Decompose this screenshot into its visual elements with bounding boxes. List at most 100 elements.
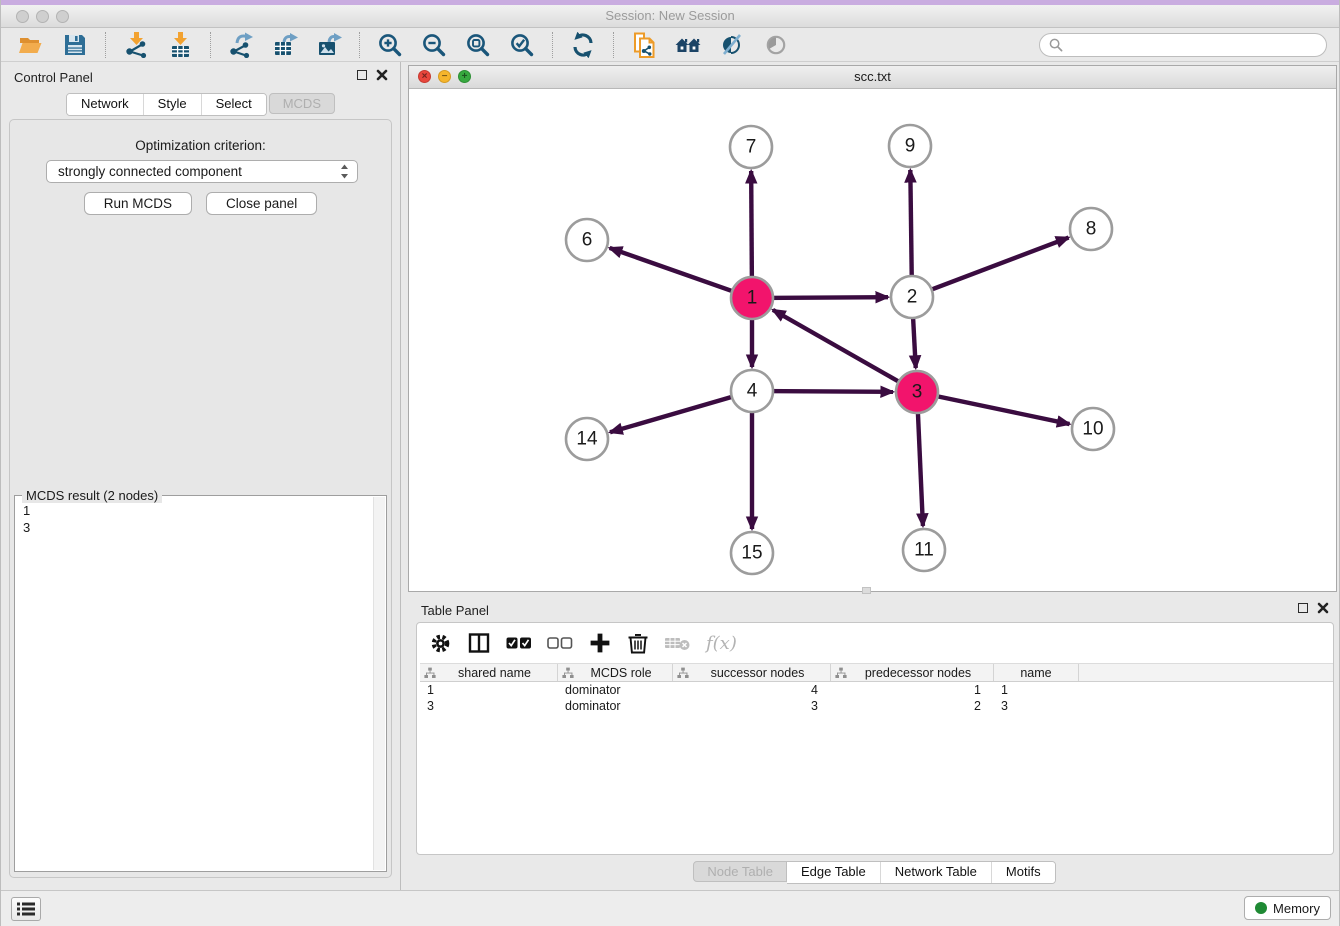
select-all-icon[interactable] [506, 636, 532, 650]
table-cell: 3 [994, 699, 1079, 713]
function-builder-icon[interactable]: f(x) [706, 633, 737, 654]
hide-details-button[interactable] [719, 32, 745, 58]
zoom-out-button[interactable] [421, 32, 447, 58]
import-table-button[interactable] [167, 32, 193, 58]
task-history-button[interactable] [11, 897, 41, 921]
column-header-name[interactable]: name [994, 664, 1079, 681]
column-header-mcds-role[interactable]: MCDS role [558, 664, 673, 681]
edge-1-7[interactable] [751, 171, 752, 286]
node-label: 2 [907, 287, 918, 308]
edge-1-6[interactable] [610, 248, 741, 294]
edge-3-10[interactable] [929, 394, 1070, 424]
node-label: 3 [912, 382, 923, 403]
network-canvas[interactable]: 7 9 6 8 1 2 4 3 14 10 15 11 [409, 89, 1336, 591]
delete-icon[interactable] [627, 631, 649, 655]
graph-node-15[interactable]: 15 [731, 532, 773, 574]
deselect-all-icon[interactable] [547, 636, 573, 650]
graph-node-2[interactable]: 2 [891, 276, 933, 318]
gear-icon[interactable] [429, 632, 452, 655]
copy-network-button[interactable] [631, 32, 657, 58]
tab-style[interactable]: Style [143, 94, 201, 115]
refresh-button[interactable] [570, 32, 596, 58]
delete-table-icon[interactable] [664, 634, 691, 652]
network-view-window: × − + scc.txt 7 9 6 8 1 2 4 3 14 10 15 11 [408, 65, 1337, 592]
zoom-selected-icon [509, 32, 535, 58]
run-mcds-button[interactable]: Run MCDS [84, 192, 192, 215]
tab-mcds[interactable]: MCDS [269, 93, 335, 114]
network-window-titlebar[interactable]: × − + scc.txt [409, 66, 1336, 89]
tab-edge-table[interactable]: Edge Table [787, 862, 880, 883]
table-cell: 2 [831, 699, 994, 713]
memory-button[interactable]: Memory [1244, 896, 1331, 920]
graph-node-7[interactable]: 7 [730, 126, 772, 168]
search-input[interactable] [1063, 35, 1326, 55]
graph-node-3[interactable]: 3 [896, 371, 938, 413]
zoom-in-icon [377, 32, 403, 58]
tab-node-table[interactable]: Node Table [693, 861, 787, 882]
edge-3-1[interactable] [773, 310, 907, 386]
search-box[interactable] [1039, 33, 1327, 57]
graph-node-1[interactable]: 1 [731, 277, 773, 319]
zoom-in-button[interactable] [377, 32, 403, 58]
column-header-successor-nodes[interactable]: successor nodes [673, 664, 831, 681]
import-network-button[interactable] [123, 32, 149, 58]
graph-node-4[interactable]: 4 [731, 370, 773, 412]
edge-4-14[interactable] [610, 394, 740, 432]
save-session-button[interactable] [62, 32, 88, 58]
tab-motifs[interactable]: Motifs [991, 862, 1055, 883]
result-scrollbar[interactable] [373, 497, 385, 870]
main-titlebar[interactable]: Session: New Session [1, 5, 1339, 28]
float-table-panel-icon[interactable] [1298, 603, 1308, 613]
float-panel-icon[interactable] [357, 70, 367, 80]
tab-network[interactable]: Network [67, 94, 143, 115]
close-panel-button[interactable]: Close panel [206, 192, 317, 215]
export-table-button[interactable] [272, 32, 298, 58]
table-toolbar: f(x) [417, 623, 1333, 663]
tab-network-table[interactable]: Network Table [880, 862, 991, 883]
export-network-button[interactable] [228, 32, 254, 58]
node-label: 1 [747, 288, 758, 309]
node-label: 9 [905, 136, 916, 157]
toolbar-separator [359, 32, 360, 58]
export-image-button[interactable] [316, 32, 342, 58]
houses-button[interactable] [675, 32, 701, 58]
eye-button[interactable] [763, 32, 789, 58]
control-panel-header: Control Panel [1, 62, 400, 92]
zoom-fit-button[interactable] [465, 32, 491, 58]
application-window: Session: New Session [0, 0, 1340, 926]
node-label: 8 [1086, 219, 1097, 240]
zoom-selected-button[interactable] [509, 32, 535, 58]
status-bar: Memory [1, 890, 1339, 926]
add-icon[interactable] [588, 631, 612, 655]
table-row[interactable]: 1dominator411 [420, 682, 1333, 698]
chevron-updown-icon [340, 164, 349, 179]
table-panel: Table Panel [408, 595, 1340, 888]
edge-1-2[interactable] [764, 297, 888, 298]
search-icon [1049, 38, 1063, 52]
open-session-icon [18, 32, 44, 58]
tab-select[interactable]: Select [201, 94, 266, 115]
close-table-panel-icon[interactable] [1317, 602, 1329, 614]
table-cell: 4 [673, 683, 831, 697]
edge-3-11[interactable] [918, 404, 923, 526]
mcds-result-list[interactable]: 1 3 [15, 500, 372, 871]
column-header-predecessor-nodes[interactable]: predecessor nodes [831, 664, 994, 681]
graph-node-11[interactable]: 11 [903, 529, 945, 571]
graph-node-6[interactable]: 6 [566, 219, 608, 261]
graph-node-14[interactable]: 14 [566, 418, 608, 460]
table-row[interactable]: 3dominator323 [420, 698, 1333, 714]
edge-2-8[interactable] [923, 238, 1068, 293]
app-title: Session: New Session [1, 8, 1339, 23]
graph-node-10[interactable]: 10 [1072, 408, 1114, 450]
column-chooser-icon[interactable] [467, 631, 491, 655]
graph-node-8[interactable]: 8 [1070, 208, 1112, 250]
column-header-shared-name[interactable]: shared name [420, 664, 558, 681]
criterion-dropdown[interactable]: strongly connected component [46, 160, 358, 183]
edge-2-9[interactable] [910, 170, 912, 285]
edge-4-3[interactable] [764, 391, 893, 392]
open-session-button[interactable] [18, 32, 44, 58]
splitter-handle[interactable] [862, 587, 871, 594]
graph-node-9[interactable]: 9 [889, 125, 931, 167]
close-panel-icon[interactable] [376, 69, 388, 81]
mcds-panel-body: Optimization criterion: strongly connect… [9, 119, 392, 878]
